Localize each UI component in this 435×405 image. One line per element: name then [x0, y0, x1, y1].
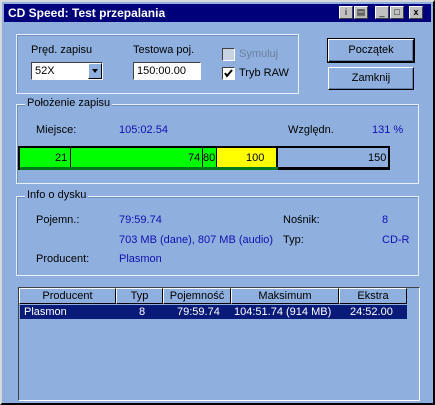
help-icon[interactable]: i	[339, 6, 353, 19]
relative-value: 131 %	[372, 124, 404, 136]
settings-icon[interactable]: ▤	[354, 6, 368, 19]
minimize-button[interactable]: _	[375, 6, 389, 19]
write-position-bar: 21 74 80 100 150	[18, 146, 390, 170]
simulate-label: Symuluj	[239, 48, 279, 60]
cell-typ: 8	[139, 306, 146, 318]
test-pos-value: 150:00.00	[137, 65, 186, 77]
checkmark-icon	[224, 69, 233, 78]
place-value: 105:02.54	[119, 124, 168, 136]
close-button[interactable]: x	[409, 6, 423, 19]
capacity-label: Pojemn.:	[36, 214, 80, 226]
capacity-detail: 703 MB (dane), 807 MB (audio)	[119, 234, 274, 246]
title-bar[interactable]: CD Speed: Test przepalania i ▤ _ □ x	[4, 4, 431, 22]
cell-pojemnosc: 79:59.74	[177, 306, 220, 318]
column-header-typ[interactable]: Typ	[116, 288, 163, 304]
bar-marker: 74	[188, 152, 201, 164]
manufacturer-value: Plasmon	[119, 253, 162, 265]
bar-yellow-zone-2	[268, 148, 276, 167]
type-label: Typ:	[283, 234, 304, 246]
disc-list[interactable]: Producent Typ Pojemność Maksimum Ekstra …	[18, 287, 420, 401]
write-settings-group: Pręd. zapisu 52X Testowa poj. 150:00.00 …	[16, 34, 299, 94]
place-label: Miejsce:	[36, 124, 77, 136]
speed-select-value: 52X	[35, 65, 55, 77]
column-header-maksimum[interactable]: Maksimum	[231, 288, 339, 304]
bar-green-zone	[20, 148, 216, 167]
write-progress-fill	[20, 167, 278, 170]
test-pos-input[interactable]: 150:00.00	[133, 62, 201, 80]
column-header-producent[interactable]: Producent	[19, 288, 116, 304]
write-position-group: Położenie zapisu	[16, 97, 419, 184]
capacity-value: 79:59.74	[119, 214, 162, 226]
start-button[interactable]: Początek	[327, 38, 415, 63]
raw-checkbox[interactable]	[222, 67, 235, 80]
manufacturer-label: Producent:	[36, 253, 90, 265]
bar-marker: 150	[368, 152, 387, 164]
media-value: 8	[382, 214, 389, 226]
relative-label: Względn.	[288, 124, 334, 136]
speed-label: Pręd. zapisu	[31, 44, 93, 56]
type-value: CD-R	[382, 234, 410, 246]
bar-marker: 21	[55, 152, 68, 164]
window: CD Speed: Test przepalania i ▤ _ □ x Prę…	[0, 0, 435, 405]
write-position-group-label: Położenie zapisu	[25, 97, 113, 109]
cell-ekstra: 24:52.00	[350, 306, 393, 318]
close-dialog-button[interactable]: Zamknij	[328, 67, 414, 90]
disc-info-group-label: Info o dysku	[25, 189, 89, 201]
client-area: Pręd. zapisu 52X Testowa poj. 150:00.00 …	[4, 22, 431, 403]
maximize-button[interactable]: □	[390, 6, 404, 19]
column-header-ekstra[interactable]: Ekstra	[339, 288, 407, 304]
table-row[interactable]: Plasmon 8 79:59.74 104:51.74 (914 MB) 24…	[20, 305, 407, 319]
simulate-checkbox[interactable]	[222, 48, 235, 61]
column-header-pojemnosc[interactable]: Pojemność	[163, 288, 231, 304]
cell-maksimum: 104:51.74 (914 MB)	[234, 306, 332, 318]
cell-producent: Plasmon	[24, 306, 67, 318]
speed-select[interactable]: 52X	[31, 62, 103, 80]
raw-label: Tryb RAW	[239, 67, 289, 79]
media-label: Nośnik:	[283, 214, 320, 226]
test-pos-label: Testowa poj.	[133, 44, 195, 56]
bar-marker: 80	[203, 152, 216, 164]
bar-marker: 100	[246, 152, 265, 164]
window-title: CD Speed: Test przepalania	[8, 6, 166, 20]
chevron-down-icon[interactable]	[88, 63, 102, 79]
